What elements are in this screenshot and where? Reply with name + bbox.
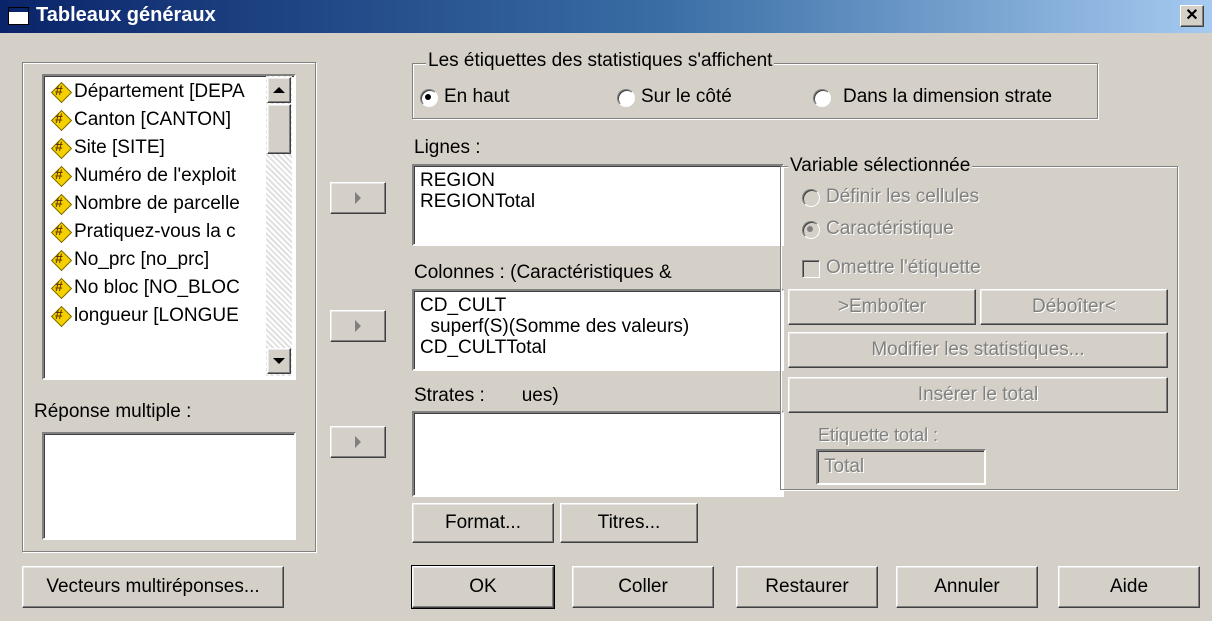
title-bar: Tableaux généraux xyxy=(0,0,1212,33)
move-to-lignes-button[interactable] xyxy=(330,182,386,214)
arrow-right-icon xyxy=(355,436,361,448)
variable-list-item[interactable]: No_prc [no_prc] xyxy=(46,246,264,274)
modify-statistics-button[interactable]: Modifier les statistiques... xyxy=(788,332,1168,368)
radio-sur-le-cote[interactable] xyxy=(617,89,635,107)
variable-label: Département [DEPA xyxy=(74,81,245,102)
variable-label: Numéro de l'exploit xyxy=(74,165,237,186)
scroll-up-button[interactable] xyxy=(267,77,291,103)
omit-label-checkbox[interactable] xyxy=(802,260,820,278)
arrow-right-icon xyxy=(355,320,361,332)
radio-dans-strate[interactable] xyxy=(813,89,831,107)
variable-label: Site [SITE] xyxy=(74,137,165,158)
numeric-variable-icon xyxy=(52,138,70,157)
scroll-thumb[interactable] xyxy=(267,104,291,154)
aide-button[interactable]: Aide xyxy=(1058,566,1200,608)
multiple-response-label: Réponse multiple : xyxy=(34,401,192,422)
variable-list-item[interactable]: No bloc [NO_BLOC xyxy=(46,274,264,302)
radio-definir-cellules-label[interactable]: Définir les cellules xyxy=(826,186,979,208)
colonnes-box[interactable]: CD_CULT superf(S)(Somme des valeurs) CD_… xyxy=(412,289,784,371)
lignes-label: Lignes : xyxy=(414,137,481,158)
numeric-variable-icon xyxy=(52,222,70,241)
variable-label: Nombre de parcelle xyxy=(74,193,240,214)
variable-label: No bloc [NO_BLOC xyxy=(74,277,240,298)
total-label-input[interactable]: Total xyxy=(816,449,986,485)
variable-list-item[interactable]: Nombre de parcelle xyxy=(46,190,264,218)
format-button[interactable]: Format... xyxy=(412,503,554,543)
variable-list-item[interactable]: Canton [CANTON] xyxy=(46,106,264,134)
variables-listbox[interactable]: Département [DEPA Canton [CANTON] Site [SI… xyxy=(42,74,296,380)
restaurer-button[interactable]: Restaurer xyxy=(736,566,878,608)
stats-labels-group-label: Les étiquettes des statistiques s'affich… xyxy=(426,50,775,72)
ok-button[interactable]: OK xyxy=(411,565,555,609)
variable-list-item[interactable]: Site [SITE] xyxy=(46,134,264,162)
lignes-line-0[interactable]: REGION xyxy=(420,170,495,191)
selected-variable-group-label: Variable sélectionnée xyxy=(788,155,973,177)
radio-dans-strate-label[interactable]: Dans la dimension strate xyxy=(843,86,1052,108)
move-to-strates-button[interactable] xyxy=(330,426,386,458)
variable-list-item[interactable]: Pratiquez-vous la c xyxy=(46,218,264,246)
variables-scrollbar[interactable] xyxy=(266,76,292,376)
arrow-right-icon xyxy=(355,192,361,204)
total-label-caption: Etiquette total : xyxy=(818,425,939,445)
lignes-line-1[interactable]: REGIONTotal xyxy=(420,191,535,212)
colonnes-line-1[interactable]: superf(S)(Somme des valeurs) xyxy=(420,316,690,337)
numeric-variable-icon xyxy=(52,278,70,297)
numeric-variable-icon xyxy=(52,166,70,185)
omit-label-checkbox-label[interactable]: Omettre l'étiquette xyxy=(826,257,981,279)
vecteurs-multireponses-button[interactable]: Vecteurs multiréponses... xyxy=(22,566,284,608)
coller-button[interactable]: Coller xyxy=(572,566,714,608)
radio-sur-le-cote-label[interactable]: Sur le côté xyxy=(641,86,732,108)
radio-en-haut[interactable] xyxy=(420,89,438,107)
variable-list-item[interactable]: Numéro de l'exploit xyxy=(46,162,264,190)
strates-box[interactable] xyxy=(412,411,784,497)
close-button[interactable]: ✕ xyxy=(1180,5,1204,27)
variable-list-item[interactable]: longueur [LONGUE xyxy=(46,302,264,330)
colonnes-line-0[interactable]: CD_CULT xyxy=(420,295,506,316)
window-icon xyxy=(8,7,29,25)
arrow-up-icon xyxy=(273,87,285,93)
numeric-variable-icon xyxy=(52,82,70,101)
total-label-value: Total xyxy=(824,456,865,477)
close-icon: ✕ xyxy=(1185,7,1199,24)
variables-list: Département [DEPA Canton [CANTON] Site [SI… xyxy=(46,78,264,330)
strates-label: Strates : ues) xyxy=(414,385,559,406)
numeric-variable-icon xyxy=(52,194,70,213)
colonnes-label: Colonnes : (Caractéristiques & xyxy=(414,262,672,283)
multiple-response-listbox[interactable] xyxy=(42,432,296,540)
emboiter-button[interactable]: >Emboîter xyxy=(788,289,976,325)
window-title: Tableaux généraux xyxy=(36,4,216,26)
radio-en-haut-label[interactable]: En haut xyxy=(444,86,510,108)
insert-total-button[interactable]: Insérer le total xyxy=(788,377,1168,413)
variable-label: Canton [CANTON] xyxy=(74,109,231,130)
variable-label: Pratiquez-vous la c xyxy=(74,221,236,242)
variable-label: No_prc [no_prc] xyxy=(74,249,210,270)
move-to-colonnes-button[interactable] xyxy=(330,310,386,342)
radio-definir-cellules[interactable] xyxy=(802,189,820,207)
arrow-down-icon xyxy=(273,358,285,364)
deboiter-button[interactable]: Déboîter< xyxy=(980,289,1168,325)
scroll-down-button[interactable] xyxy=(267,348,291,374)
numeric-variable-icon xyxy=(52,250,70,269)
radio-caracteristique[interactable] xyxy=(802,221,820,239)
annuler-button[interactable]: Annuler xyxy=(896,566,1038,608)
colonnes-line-2[interactable]: CD_CULTTotal xyxy=(420,337,546,358)
radio-caracteristique-label[interactable]: Caractéristique xyxy=(826,218,954,240)
numeric-variable-icon xyxy=(52,306,70,325)
lignes-box[interactable]: REGION REGIONTotal xyxy=(412,164,784,246)
titres-button[interactable]: Titres... xyxy=(560,503,698,543)
numeric-variable-icon xyxy=(52,110,70,129)
variable-label: longueur [LONGUE xyxy=(74,305,239,326)
variable-list-item[interactable]: Département [DEPA xyxy=(46,78,264,106)
